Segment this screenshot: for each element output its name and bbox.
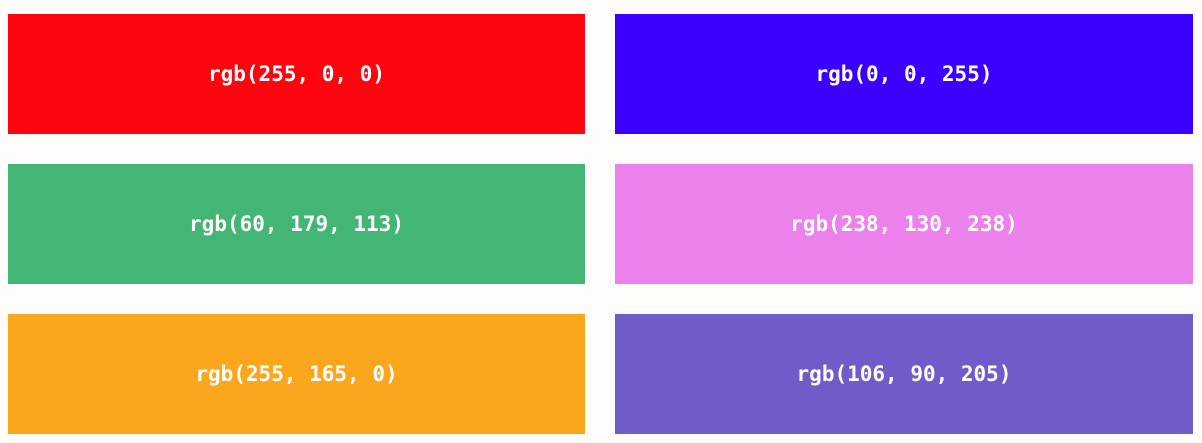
swatch-label: rgb(0, 0, 255) (815, 62, 993, 86)
swatch-label: rgb(255, 165, 0) (195, 362, 398, 386)
swatch-violet: rgb(238, 130, 238) (615, 164, 1193, 284)
swatch-label: rgb(60, 179, 113) (189, 212, 404, 236)
color-swatch-grid: rgb(255, 0, 0) rgb(0, 0, 255) rgb(60, 17… (8, 14, 1194, 434)
swatch-label: rgb(255, 0, 0) (207, 62, 385, 86)
swatch-blue: rgb(0, 0, 255) (615, 14, 1193, 134)
swatch-label: rgb(238, 130, 238) (790, 212, 1018, 236)
swatch-green: rgb(60, 179, 113) (8, 164, 585, 284)
swatch-slate-blue: rgb(106, 90, 205) (615, 314, 1193, 434)
swatch-orange: rgb(255, 165, 0) (8, 314, 585, 434)
swatch-label: rgb(106, 90, 205) (796, 362, 1012, 386)
swatch-red: rgb(255, 0, 0) (8, 14, 585, 134)
